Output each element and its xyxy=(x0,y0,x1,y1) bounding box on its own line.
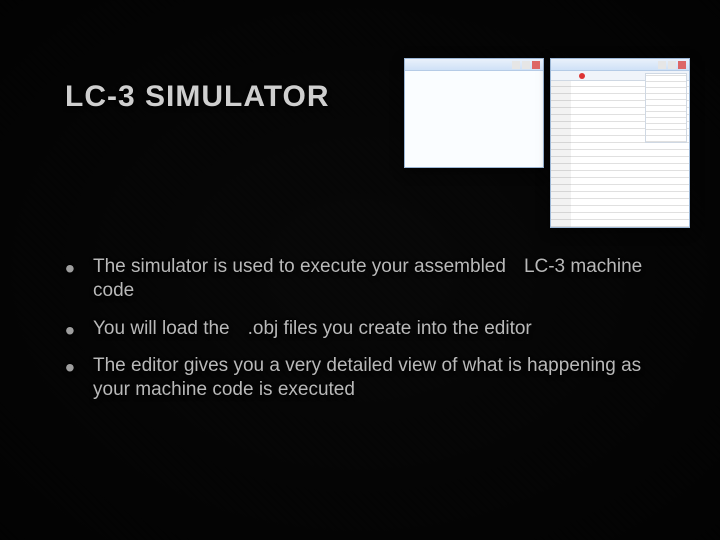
bullet-item: You will load the .obj files you create i… xyxy=(65,317,665,341)
window-titlebar xyxy=(405,59,543,71)
bullet-text: The simulator is used to execute your as… xyxy=(93,256,506,277)
slide-title: LC-3 SIMULATOR xyxy=(65,80,330,114)
bullet-text: You will load the xyxy=(93,318,230,339)
bullet-list: The simulator is used to execute your as… xyxy=(65,255,665,416)
window-body xyxy=(551,71,689,227)
screenshot-group xyxy=(404,58,690,228)
console-window-thumbnail xyxy=(404,58,544,168)
slide: LC-3 SIMULATOR The simulator is used to … xyxy=(0,0,720,540)
window-titlebar xyxy=(551,59,689,71)
bullet-text: The editor gives you a very detailed vie… xyxy=(93,355,641,400)
registers-panel xyxy=(645,73,687,143)
bullet-item: The editor gives you a very detailed vie… xyxy=(65,354,665,402)
bullet-text: files you create into the editor xyxy=(284,318,532,339)
simulator-window-thumbnail xyxy=(550,58,690,228)
bullet-item: The simulator is used to execute your as… xyxy=(65,255,665,303)
window-body xyxy=(405,71,543,167)
code-text: .obj xyxy=(248,318,279,339)
